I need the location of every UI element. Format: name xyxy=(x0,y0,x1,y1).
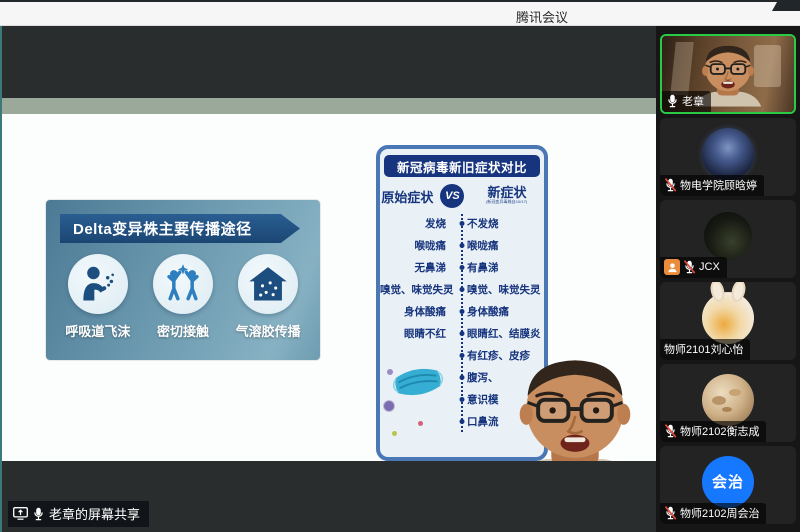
old-symptoms-header: 原始症状 xyxy=(381,187,433,206)
transmission-item: 气溶胶传播 xyxy=(236,254,301,340)
participant-name: 物电学院顾晗婷 xyxy=(680,177,757,193)
participant-name: 物师2101刘心怡 xyxy=(664,341,743,357)
transmission-icon-circle xyxy=(68,254,128,314)
row-dot xyxy=(460,221,465,226)
participant-name-tag: 物师2102周会治 xyxy=(660,503,766,524)
row-dot xyxy=(460,419,465,424)
participant-tile[interactable]: 物师2102衡志成 xyxy=(660,364,796,442)
shared-document-page: Delta变异株主要传播途径 xyxy=(2,114,656,461)
app-title: 腾讯会议 xyxy=(516,7,568,26)
old-symptom: 喉咙痛 xyxy=(380,238,456,253)
screen-share-text: 老章的屏幕共享 xyxy=(49,504,140,523)
mic-muted-icon xyxy=(683,260,696,274)
transmission-icon-circle xyxy=(238,254,298,314)
new-symptoms-header: 新症状 xyxy=(487,186,526,199)
mic-muted-icon xyxy=(664,424,677,438)
symptom-row: 发烧 不发烧 xyxy=(380,212,544,234)
mic-muted-icon xyxy=(664,178,677,192)
participant-name-tag: 老章 xyxy=(662,91,711,112)
screen-share-label: 老章的屏幕共享 xyxy=(8,501,149,527)
transmission-icon-circle xyxy=(153,254,213,314)
new-symptoms-note: (新冠变异毒株自10/17) xyxy=(486,200,527,204)
participant-name-tag: JCX xyxy=(660,257,727,278)
virus-icon xyxy=(387,369,393,375)
virus-icon xyxy=(384,401,394,411)
new-symptom: 喉咙痛 xyxy=(456,238,544,253)
screen-share-stage: Delta变异株主要传播途径 xyxy=(0,26,656,532)
symptom-row: 身体酸痛 身体酸痛 xyxy=(380,300,544,322)
transmission-label: 呼吸道飞沫 xyxy=(65,321,130,340)
old-symptom: 无鼻涕 xyxy=(380,260,456,275)
new-symptom: 身体酸痛 xyxy=(456,304,544,319)
vs-badge: VS xyxy=(440,184,464,208)
chart-title: 新冠病毒新旧症状对比 xyxy=(384,155,540,177)
transmission-item: 密切接触 xyxy=(153,254,213,340)
cough-person-icon xyxy=(76,262,120,306)
row-dot xyxy=(460,353,465,358)
participant-tile[interactable]: JCX xyxy=(660,200,796,278)
participant-avatar: 会治 xyxy=(702,456,754,508)
high-five-icon xyxy=(161,262,205,306)
presenter-mic-icon xyxy=(32,507,45,521)
new-symptom: 嗅觉、味觉失灵 xyxy=(456,282,544,297)
mic-muted-icon xyxy=(664,506,677,520)
new-symptom: 有鼻涕 xyxy=(456,260,544,275)
delta-slide-title: Delta变异株主要传播途径 xyxy=(60,214,300,243)
presenter-face xyxy=(496,359,654,461)
transmission-label: 气溶胶传播 xyxy=(236,321,301,340)
virus-icon xyxy=(392,431,397,436)
member-badge-icon xyxy=(664,259,680,275)
participant-tile[interactable]: 老章 xyxy=(660,34,796,114)
new-symptom: 不发烧 xyxy=(456,216,544,231)
transmission-label: 密切接触 xyxy=(157,321,209,340)
row-dot xyxy=(460,265,465,270)
new-symptom: 眼睛红、结膜炎 xyxy=(456,326,544,341)
old-symptom: 发烧 xyxy=(380,216,456,231)
screen-share-icon xyxy=(13,507,28,520)
symptom-row: 喉咙痛 喉咙痛 xyxy=(380,234,544,256)
participant-name: JCX xyxy=(699,261,720,273)
transmission-item: 呼吸道飞沫 xyxy=(65,254,130,340)
old-symptom: 眼睛不红 xyxy=(380,326,456,341)
participant-name-tag: 物师2101刘心怡 xyxy=(660,339,750,360)
transmission-items: 呼吸道飞沫 xyxy=(46,254,320,340)
participant-avatar xyxy=(702,374,754,426)
old-symptom: 嗅觉、味觉失灵 xyxy=(380,282,456,297)
participant-tile[interactable]: 物师2101刘心怡 xyxy=(660,282,796,360)
shared-desktop-strip xyxy=(2,98,656,114)
participant-list: 老章 物电学院顾晗婷 xyxy=(660,34,796,524)
participant-avatar xyxy=(704,212,752,260)
virus-icon xyxy=(418,421,423,426)
participant-name-tag: 物师2102衡志成 xyxy=(660,421,766,442)
main-area: Delta变异株主要传播途径 xyxy=(0,26,800,532)
symptom-row: 嗅觉、味觉失灵 嗅觉、味觉失灵 xyxy=(380,278,544,300)
participant-name-tag: 物电学院顾晗婷 xyxy=(660,175,764,196)
row-dot xyxy=(460,287,465,292)
participant-avatar xyxy=(702,128,754,180)
house-aerosol-icon xyxy=(246,262,290,306)
row-dot xyxy=(460,243,465,248)
row-dot xyxy=(460,309,465,314)
participant-name: 物师2102衡志成 xyxy=(680,423,759,439)
delta-transmission-slide: Delta变异株主要传播途径 xyxy=(46,200,320,360)
participant-avatar xyxy=(702,292,754,344)
participant-sidebar[interactable]: 老章 物电学院顾晗婷 xyxy=(656,26,800,532)
participant-tile[interactable]: 会治 物师2102周会治 xyxy=(660,446,796,524)
row-dot xyxy=(460,331,465,336)
participant-name: 老章 xyxy=(682,93,704,109)
symptom-row: 无鼻涕 有鼻涕 xyxy=(380,256,544,278)
chart-header: 原始症状 VS 新症状 (新冠变异毒株自10/17) xyxy=(380,184,544,208)
mic-on-icon xyxy=(666,94,679,108)
new-symptoms-header-wrap: 新症状 (新冠变异毒株自10/17) xyxy=(471,186,542,207)
row-dot xyxy=(460,397,465,402)
participant-name: 物师2102周会治 xyxy=(680,505,759,521)
old-symptom: 身体酸痛 xyxy=(380,304,456,319)
window-titlebar: 腾讯会议 xyxy=(0,0,800,26)
row-dot xyxy=(460,375,465,380)
participant-tile[interactable]: 物电学院顾晗婷 xyxy=(660,118,796,196)
symptom-row: 眼睛不红 眼睛红、结膜炎 xyxy=(380,322,544,344)
meeting-window: 腾讯会议 Delta变异株主要传播途径 xyxy=(0,0,800,532)
